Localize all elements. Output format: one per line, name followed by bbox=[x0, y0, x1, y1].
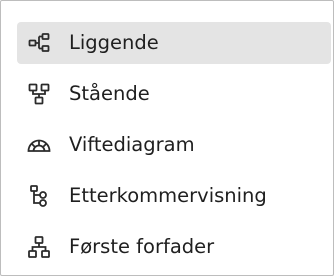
menu-item-viftediagram[interactable]: Viftediagram bbox=[17, 124, 331, 166]
menu-item-label: Første forfader bbox=[69, 235, 215, 258]
menu-item-label: Etterkommervisning bbox=[69, 184, 267, 207]
vertical-tree-icon bbox=[27, 82, 51, 106]
menu-item-label: Stående bbox=[69, 82, 150, 105]
menu-item-label: Viftediagram bbox=[69, 133, 195, 156]
descendant-tree-icon bbox=[27, 184, 51, 208]
fan-chart-icon bbox=[27, 133, 51, 157]
menu-item-forste-forfader[interactable]: Første forfader bbox=[17, 226, 331, 268]
menu-item-etterkommervisning[interactable]: Etterkommervisning bbox=[17, 175, 331, 217]
menu-item-staende[interactable]: Stående bbox=[17, 73, 331, 115]
menu-item-liggende[interactable]: Liggende bbox=[17, 22, 331, 64]
first-ancestor-icon bbox=[27, 235, 51, 259]
menu-item-label: Liggende bbox=[69, 31, 159, 54]
chart-type-menu: Liggende Stående Viftediagram Etterkomme… bbox=[0, 0, 334, 276]
horizontal-tree-icon bbox=[27, 31, 51, 55]
